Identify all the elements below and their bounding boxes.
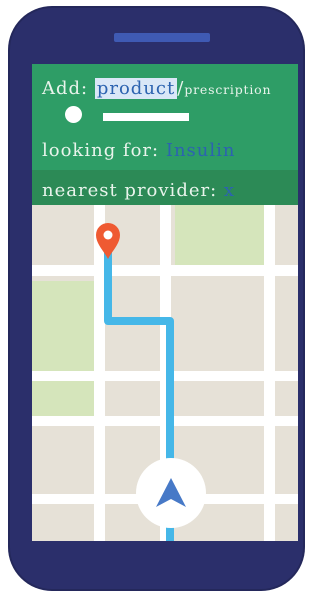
phone-screen: Add: product/prescription looking for: I…: [32, 64, 298, 541]
navigation-arrow-icon: [156, 478, 186, 507]
provider-line: nearest provider: x: [42, 180, 235, 201]
product-option[interactable]: product: [94, 78, 178, 99]
search-line[interactable]: looking for: Insulin: [42, 140, 235, 161]
provider-label: nearest provider:: [42, 180, 218, 201]
street-vertical: [264, 205, 275, 541]
looking-label: looking for:: [42, 140, 160, 161]
provider-panel: nearest provider: x: [32, 170, 298, 205]
toggle-track[interactable]: [103, 113, 189, 121]
speaker-slot: [114, 33, 210, 42]
search-panel: Add: product/prescription looking for: I…: [32, 64, 298, 170]
toggle-knob[interactable]: [65, 106, 82, 123]
add-line: Add: product/prescription: [42, 78, 271, 99]
street-vertical: [94, 205, 105, 541]
prescription-option[interactable]: prescription: [184, 82, 271, 97]
looking-value[interactable]: Insulin: [166, 140, 236, 161]
park-area: [175, 205, 265, 266]
park-area: [32, 281, 96, 418]
phone-frame: Add: product/prescription looking for: I…: [8, 6, 305, 591]
navigation-button[interactable]: [136, 458, 206, 528]
add-label: Add:: [42, 78, 89, 99]
provider-value[interactable]: x: [224, 180, 235, 201]
